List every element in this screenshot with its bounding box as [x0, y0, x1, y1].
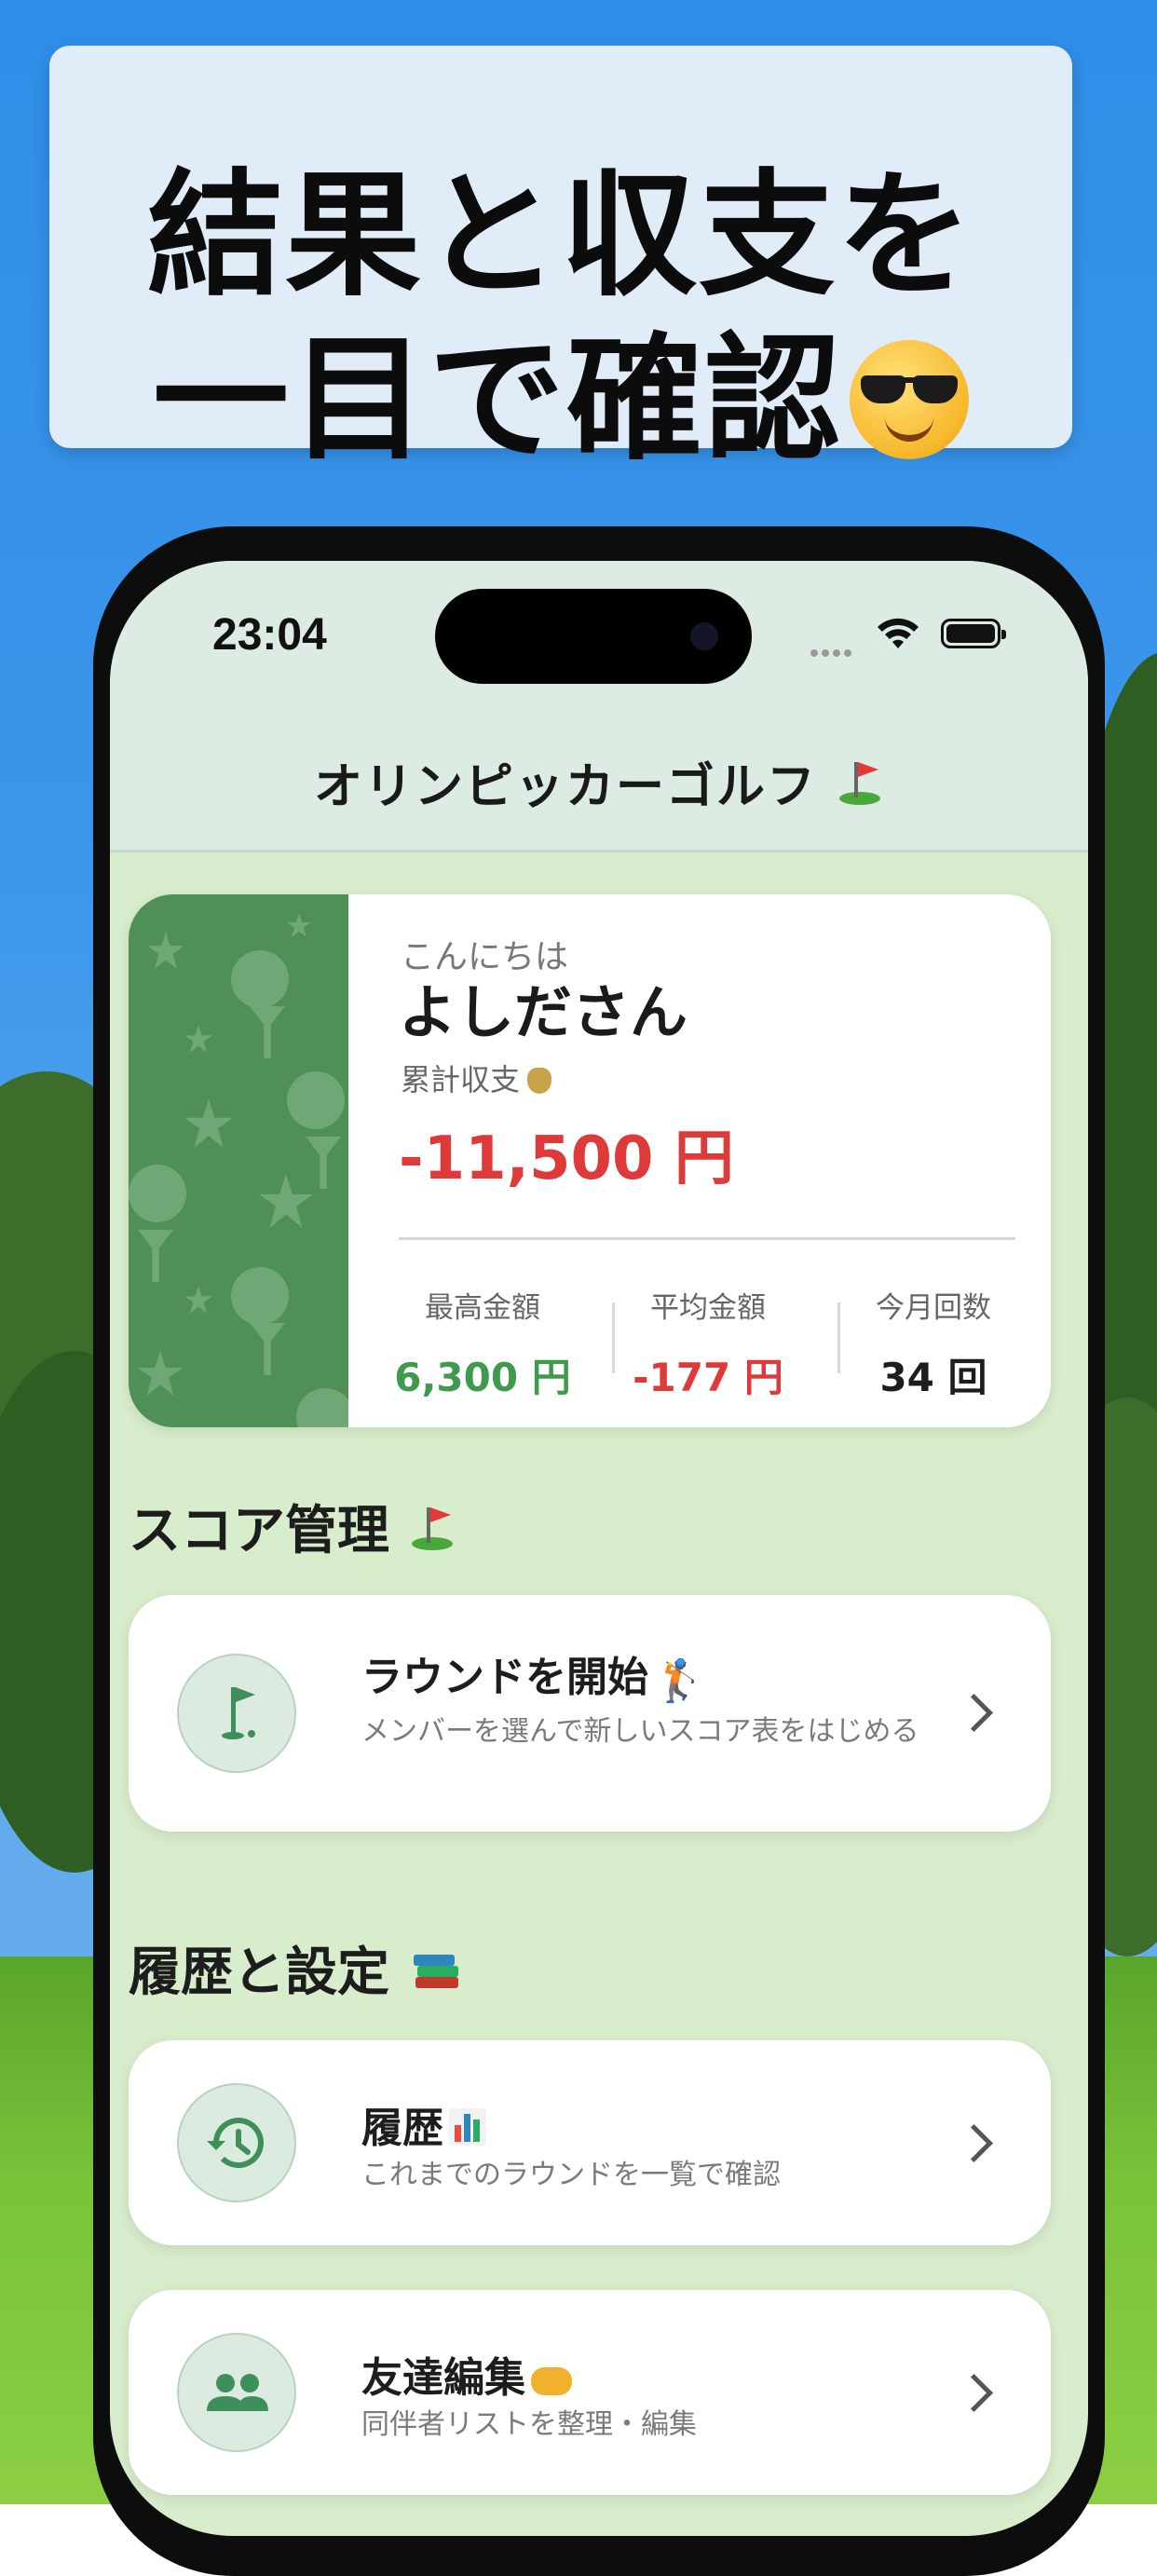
section-title-score-text: スコア管理	[129, 1501, 389, 1561]
friends-subtitle: 同伴者リストを整理・編集	[361, 2408, 697, 2441]
golf-flag-icon	[177, 1654, 296, 1773]
history-glyph	[207, 2118, 264, 2169]
start-round-subtitle: メンバーを選んで新しいスコア表をはじめる	[361, 1715, 919, 1748]
start-round-button[interactable]: ラウンドを開始 🏌 メンバーを選んで新しいスコア表をはじめる	[129, 1595, 1051, 1832]
golf-flag-emoji-icon	[836, 758, 884, 807]
stat-max-amount: 最高金額 6,300 円	[389, 1284, 576, 1403]
camera-icon	[690, 622, 718, 650]
history-icon	[177, 2083, 296, 2202]
wifi-icon	[878, 618, 919, 648]
chevron-right-icon	[954, 1693, 994, 1733]
divider	[399, 1237, 1015, 1240]
people-glyph	[207, 2374, 268, 2411]
friends-edit-button[interactable]: 友達編集 同伴者リストを整理・編集	[129, 2290, 1051, 2495]
history-button[interactable]: 履歴 これまでのラウンドを一覧で確認	[129, 2040, 1051, 2245]
promo-banner: 結果と収支を 一目で確認	[49, 46, 1072, 479]
user-name: よしださん	[399, 978, 688, 1046]
stat-label: 今月回数	[876, 1291, 991, 1325]
history-title: 履歴	[361, 2094, 486, 2154]
stat-value: 34 回	[879, 1355, 987, 1400]
chevron-right-icon	[954, 2373, 994, 2413]
stat-monthly-rounds: 今月回数 34 回	[840, 1284, 1027, 1403]
stat-value: 6,300 円	[394, 1355, 571, 1400]
section-title-history: 履歴と設定	[129, 1930, 460, 2006]
section-title-history-text: 履歴と設定	[129, 1942, 389, 2003]
history-subtitle: これまでのラウンドを一覧で確認	[361, 2159, 781, 2191]
stat-label: 平均金額	[650, 1291, 766, 1325]
golf-flag-glyph	[222, 1687, 255, 1739]
history-title-text: 履歴	[361, 2105, 443, 2152]
cellular-signal-icon	[810, 643, 861, 657]
start-round-title-text: ラウンドを開始	[361, 1654, 648, 1701]
friends-title-text: 友達編集	[361, 2354, 525, 2402]
banner-line-2-text: 一目で確認	[153, 320, 842, 479]
golfer-emoji-icon: 🏌	[654, 1657, 705, 1705]
profile-summary-card: こんにちは よしださん 累計収支 -11,500 円 最高金額 6,300 円 …	[129, 894, 1051, 1427]
bar-chart-emoji-icon	[449, 2108, 486, 2146]
status-time: 23:04	[212, 610, 327, 660]
total-balance-label-text: 累計収支	[401, 1062, 521, 1097]
app-title-text: オリンピッカーゴルフ	[313, 759, 817, 815]
golf-pattern-decoration	[129, 894, 348, 1427]
money-bag-icon	[527, 1068, 552, 1094]
section-title-score: スコア管理	[129, 1489, 456, 1564]
navigation-bar: 23:04 オリンピッカーゴルフ	[110, 561, 1088, 852]
chevron-right-icon	[954, 2123, 994, 2163]
stat-value: -177 円	[633, 1355, 783, 1400]
sunglasses-face-icon	[850, 340, 969, 459]
phone-screen: 23:04 オリンピッカーゴルフ こんにちは よしださん 累計収支 -11,50…	[110, 561, 1088, 2536]
battery-icon	[941, 619, 1006, 648]
banner-line-2: 一目で確認	[49, 290, 1072, 486]
people-icon	[177, 2333, 296, 2452]
stat-label: 最高金額	[425, 1291, 540, 1325]
total-balance-value: -11,500 円	[399, 1124, 734, 1193]
books-emoji-icon	[413, 1951, 460, 1994]
friends-title: 友達編集	[361, 2344, 572, 2404]
stat-average-amount: 平均金額 -177 円	[615, 1284, 801, 1403]
total-balance-label: 累計収支	[401, 1056, 552, 1099]
handshake-emoji-icon	[531, 2367, 572, 2395]
golf-flag-emoji-icon	[408, 1504, 456, 1552]
app-title: オリンピッカーゴルフ	[110, 747, 1088, 817]
dynamic-island	[435, 589, 752, 684]
start-round-title: ラウンドを開始 🏌	[361, 1643, 705, 1705]
